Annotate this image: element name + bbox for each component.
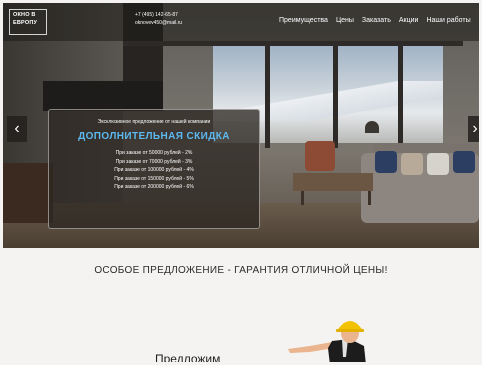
logo-line: ОКНО В bbox=[13, 12, 36, 18]
nav-item-promotions[interactable]: Акции bbox=[399, 17, 419, 24]
nav-item-order[interactable]: Заказать bbox=[362, 17, 391, 24]
discount-offer-box: Эксклюзивное предложение от нашей компан… bbox=[48, 109, 260, 229]
window-mullion bbox=[333, 43, 338, 148]
offer-title: ДОПОЛНИТЕЛЬНАЯ СКИДКА bbox=[78, 131, 230, 142]
chevron-right-icon[interactable]: › bbox=[468, 116, 479, 142]
discount-item: При заказе от 100000 рублей - 4% bbox=[114, 167, 194, 173]
window-beam bbox=[123, 41, 463, 46]
chevron-left-icon[interactable]: ‹ bbox=[7, 116, 27, 142]
phone-number[interactable]: +7 (495) 142-65-87 bbox=[135, 11, 182, 19]
fireplace bbox=[43, 81, 163, 111]
discount-item: При заказе от 150000 рублей - 5% bbox=[114, 175, 194, 182]
discount-item: При заказе от 70000 рублей - 3% bbox=[115, 158, 193, 165]
contacts: +7 (495) 142-65-87 oknovev450@mail.ru bbox=[135, 11, 182, 27]
section-heading-offer: Предложим bbox=[155, 352, 221, 362]
discount-list: При заказе от 50000 рублей - 2% При зака… bbox=[49, 149, 259, 192]
page: ОКНО В ЕВРОПУ +7 (495) 142-65-87 oknovev… bbox=[3, 3, 479, 362]
special-offer-heading: ОСОБОЕ ПРЕДЛОЖЕНИЕ - ГАРАНТИЯ ОТЛИЧНОЙ Ц… bbox=[94, 265, 388, 276]
window-mullion bbox=[398, 43, 403, 148]
armchair bbox=[305, 141, 335, 171]
pillow bbox=[375, 151, 397, 173]
email-address[interactable]: oknovev450@mail.ru bbox=[135, 19, 182, 27]
nav-item-our-works[interactable]: Наши работы bbox=[426, 17, 470, 24]
armchair-left bbox=[3, 163, 53, 223]
pillow bbox=[401, 153, 423, 175]
lamp bbox=[365, 121, 379, 133]
pillow bbox=[453, 151, 475, 173]
hero-slider: ОКНО В ЕВРОПУ +7 (495) 142-65-87 oknovev… bbox=[3, 3, 479, 248]
main-nav: Преимущества Цены Заказать Акции Наши ра… bbox=[279, 17, 471, 24]
nav-item-advantages[interactable]: Преимущества bbox=[279, 17, 328, 24]
coffee-table-legs bbox=[301, 191, 371, 205]
window-mullion bbox=[265, 43, 270, 148]
logo-line: ЕВРОПУ bbox=[13, 20, 38, 26]
offer-subtitle: Эксклюзивное предложение от нашей компан… bbox=[97, 119, 211, 125]
worker-illustration bbox=[288, 321, 366, 362]
pillow bbox=[427, 153, 449, 175]
logo[interactable]: ОКНО В ЕВРОПУ bbox=[9, 9, 47, 35]
site-header: ОКНО В ЕВРОПУ +7 (495) 142-65-87 oknovev… bbox=[3, 3, 479, 41]
discount-item: При заказе от 200000 рублей - 6% bbox=[114, 184, 194, 190]
discount-item: При заказе от 50000 рублей - 2% bbox=[115, 150, 193, 156]
coffee-table bbox=[293, 173, 373, 191]
nav-item-prices[interactable]: Цены bbox=[336, 17, 354, 24]
